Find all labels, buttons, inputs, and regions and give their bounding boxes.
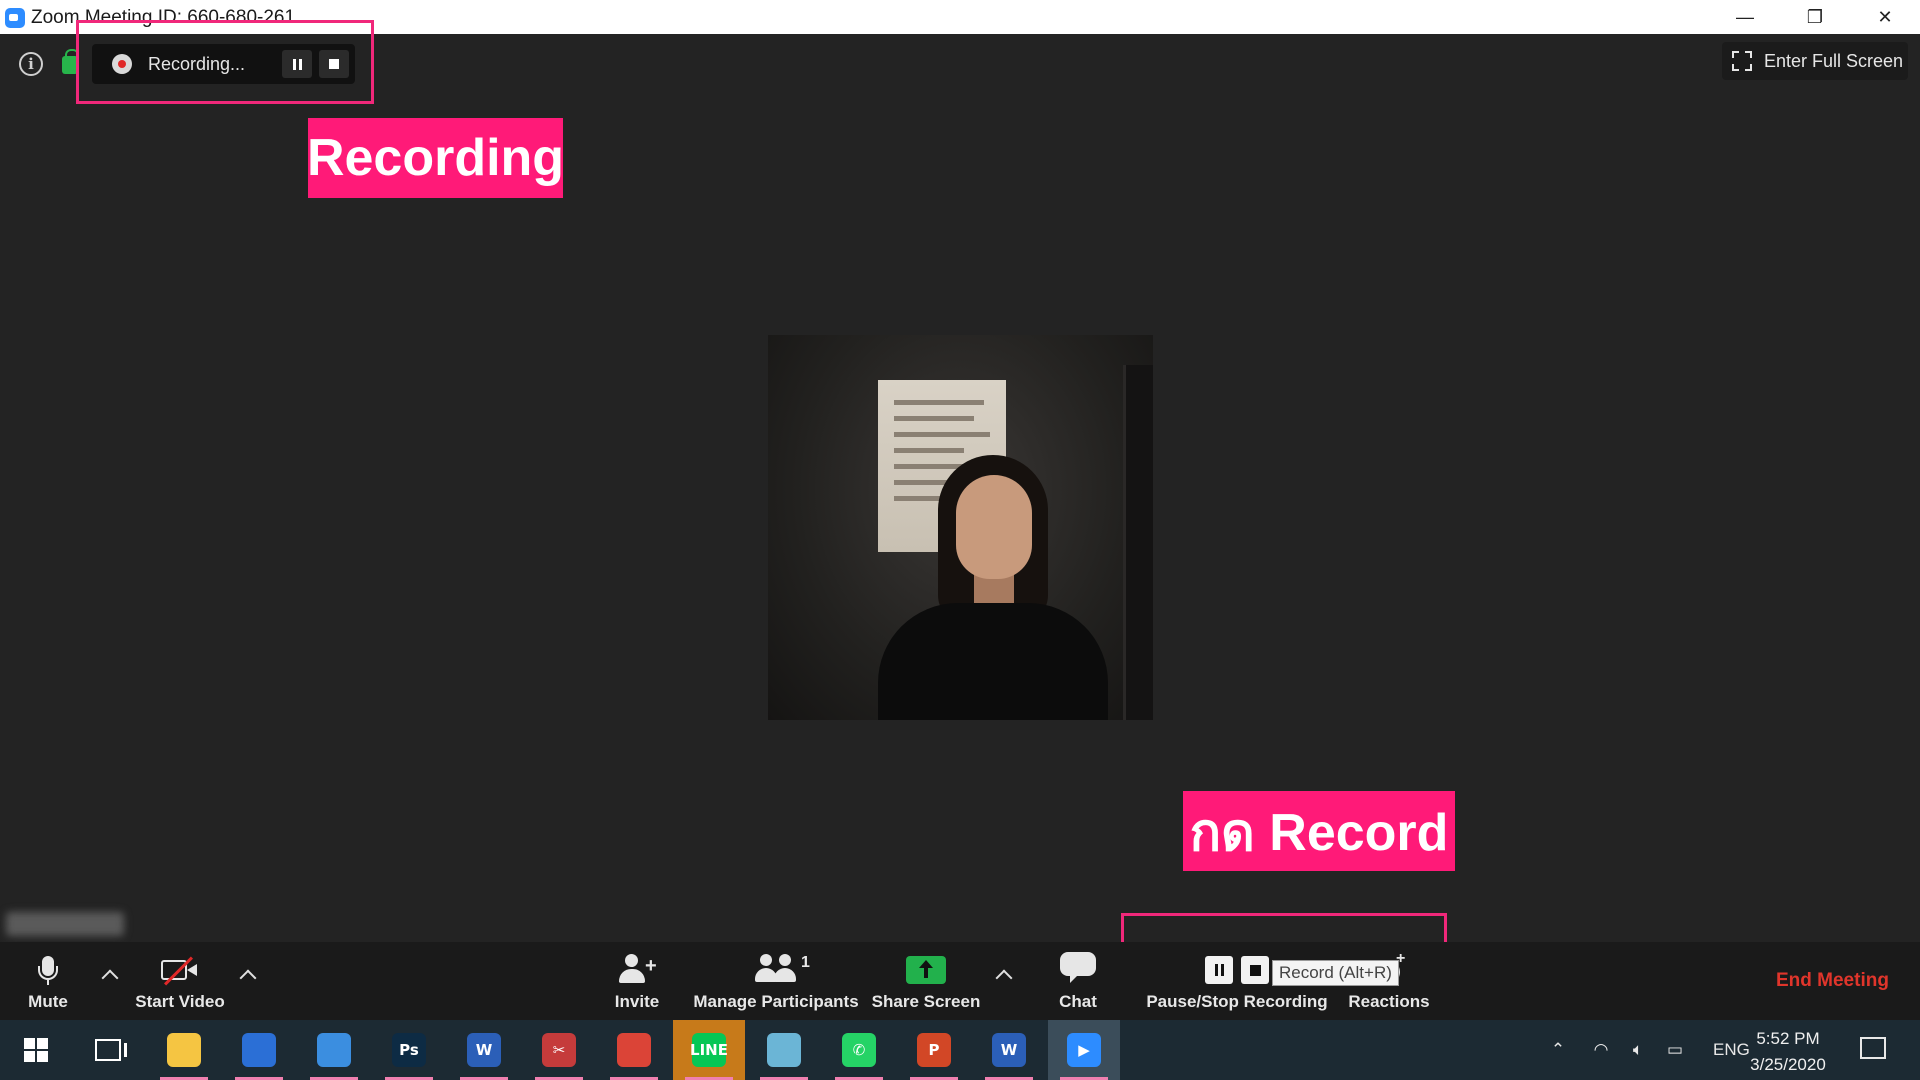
participant-video bbox=[768, 335, 1153, 720]
toolbar-stop-recording-button[interactable] bbox=[1241, 956, 1269, 984]
system-tray: ⌃ ◠ 🔈︎ ▭ ENG bbox=[1545, 1020, 1750, 1080]
share-screen-icon bbox=[906, 956, 946, 984]
doorframe bbox=[1123, 365, 1153, 720]
wifi-icon[interactable]: ◠ bbox=[1581, 1040, 1621, 1060]
pause-stop-recording-label: Pause/Stop Recording bbox=[1146, 992, 1328, 1011]
toolbar-pause-recording-button[interactable] bbox=[1205, 956, 1233, 984]
participant-body bbox=[878, 603, 1108, 720]
taskbar-app-file-explorer[interactable] bbox=[148, 1020, 220, 1080]
clock-date: 3/25/2020 bbox=[1750, 1055, 1826, 1074]
chat-button[interactable]: Chat bbox=[1052, 942, 1104, 1020]
participant-face bbox=[956, 475, 1032, 579]
taskbar-app-word-2[interactable]: W bbox=[973, 1020, 1045, 1080]
windows-taskbar: Ps W ✂ LINE ✆ P W ▶ ⌃ ◠ 🔈︎ ▭ ENG 5:52 PM 3/25/2… bbox=[0, 1020, 1920, 1080]
taskbar-app-zoom[interactable]: ▶ bbox=[1048, 1020, 1120, 1080]
battery-icon[interactable]: ▭ bbox=[1655, 1040, 1695, 1060]
clock[interactable]: 5:52 PM 3/25/2020 bbox=[1728, 1026, 1848, 1078]
clock-time: 5:52 PM bbox=[1756, 1029, 1820, 1048]
taskbar-app-word[interactable]: W bbox=[448, 1020, 520, 1080]
taskbar-app-photoshop[interactable]: Ps bbox=[373, 1020, 445, 1080]
audio-options-caret-icon[interactable] bbox=[100, 966, 120, 984]
enter-full-screen-label: Enter Full Screen bbox=[1764, 50, 1904, 71]
notes-icon bbox=[767, 1033, 801, 1067]
meeting-toolbar: Mute Start Video + Invite Manage Partici… bbox=[0, 942, 1920, 1020]
fullscreen-icon bbox=[1732, 51, 1752, 71]
meeting-info-icon[interactable]: i bbox=[19, 52, 43, 76]
end-meeting-button[interactable]: End Meeting bbox=[1776, 970, 1889, 992]
participant-name-blurred bbox=[6, 912, 124, 936]
line-icon: LINE bbox=[690, 1033, 728, 1067]
chrome-icon bbox=[617, 1033, 651, 1067]
snipping-tool-icon: ✂ bbox=[542, 1033, 576, 1067]
close-button[interactable]: ✕ bbox=[1850, 0, 1920, 34]
manage-participants-label: Manage Participants bbox=[693, 992, 859, 1011]
photoshop-icon: Ps bbox=[392, 1033, 426, 1067]
reactions-label: Reactions bbox=[1348, 992, 1430, 1011]
word-2-icon: W bbox=[992, 1033, 1026, 1067]
volume-icon[interactable]: 🔈︎ bbox=[1621, 1040, 1655, 1060]
recording-annotation-label: Recording bbox=[307, 118, 564, 198]
taskbar-app-line[interactable]: LINE bbox=[673, 1020, 745, 1080]
start-video-label: Start Video bbox=[135, 992, 225, 1011]
word-icon: W bbox=[467, 1033, 501, 1067]
chat-icon bbox=[1060, 952, 1096, 984]
video-off-icon bbox=[161, 956, 199, 986]
minimize-button[interactable]: — bbox=[1710, 0, 1780, 34]
taskbar-app-powerpoint[interactable]: P bbox=[898, 1020, 970, 1080]
mute-button[interactable]: Mute bbox=[14, 942, 82, 1020]
invite-button[interactable]: + Invite bbox=[602, 942, 672, 1020]
record-tooltip: Record (Alt+R) bbox=[1272, 960, 1399, 986]
zoom-meeting-window: Zoom Meeting ID: 660-680-261 — ❐ ✕ i Rec… bbox=[0, 0, 1920, 1080]
taskbar-app-microsoft-store[interactable] bbox=[223, 1020, 295, 1080]
enter-full-screen-button[interactable]: Enter Full Screen bbox=[1722, 42, 1908, 80]
participants-icon bbox=[755, 954, 797, 984]
task-view-icon bbox=[95, 1039, 127, 1061]
chat-label: Chat bbox=[1059, 992, 1097, 1011]
taskbar-app-whatsapp[interactable]: ✆ bbox=[823, 1020, 895, 1080]
taskbar-app-mail[interactable] bbox=[298, 1020, 370, 1080]
file-explorer-icon bbox=[167, 1033, 201, 1067]
manage-participants-button[interactable]: Manage Participants bbox=[692, 942, 860, 1020]
share-screen-button[interactable]: Share Screen bbox=[872, 942, 980, 1020]
pause-icon bbox=[1214, 964, 1224, 976]
mute-label: Mute bbox=[28, 992, 68, 1011]
whatsapp-icon: ✆ bbox=[842, 1033, 876, 1067]
share-options-caret-icon[interactable] bbox=[994, 966, 1014, 984]
add-person-icon: + bbox=[617, 954, 657, 984]
start-button[interactable] bbox=[0, 1020, 72, 1080]
stop-icon bbox=[1249, 964, 1261, 976]
invite-label: Invite bbox=[614, 992, 660, 1011]
recording-highlight-box bbox=[76, 20, 374, 104]
taskbar-app-notes[interactable] bbox=[748, 1020, 820, 1080]
notifications-icon[interactable] bbox=[1860, 1037, 1886, 1059]
task-view-button[interactable] bbox=[72, 1020, 144, 1080]
start-video-button[interactable]: Start Video bbox=[128, 942, 232, 1020]
press-record-annotation-label: กด Record bbox=[1183, 791, 1455, 871]
microsoft-store-icon bbox=[242, 1033, 276, 1067]
zoom-logo-icon bbox=[5, 8, 25, 28]
zoom-icon: ▶ bbox=[1067, 1033, 1101, 1067]
restore-button[interactable]: ❐ bbox=[1780, 0, 1850, 34]
taskbar-app-chrome[interactable] bbox=[598, 1020, 670, 1080]
windows-logo-icon bbox=[24, 1038, 48, 1062]
taskbar-app-snipping-tool[interactable]: ✂ bbox=[523, 1020, 595, 1080]
show-hidden-icons-icon[interactable]: ⌃ bbox=[1545, 1040, 1571, 1060]
microphone-icon bbox=[38, 956, 58, 985]
video-options-caret-icon[interactable] bbox=[238, 966, 258, 984]
share-screen-label: Share Screen bbox=[871, 992, 981, 1011]
participant-count: 1 bbox=[801, 954, 810, 971]
mail-icon bbox=[317, 1033, 351, 1067]
powerpoint-icon: P bbox=[917, 1033, 951, 1067]
